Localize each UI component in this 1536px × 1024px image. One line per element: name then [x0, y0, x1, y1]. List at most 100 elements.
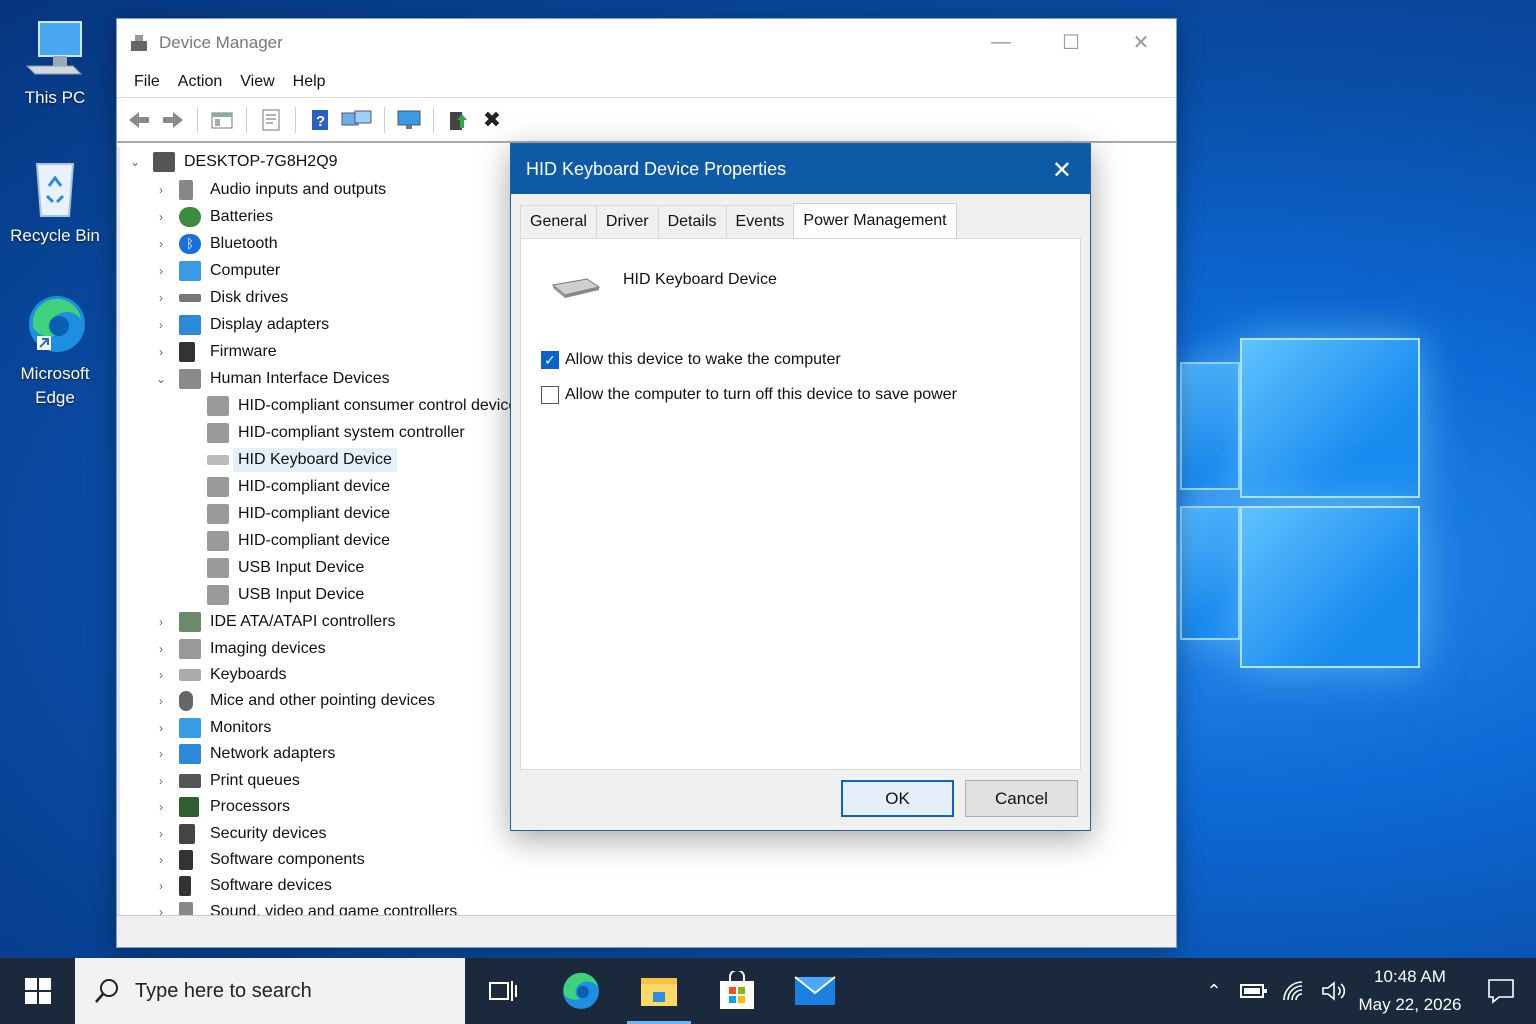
tree-category-software-components[interactable]: › Software components: [153, 847, 365, 873]
tree-category-mice[interactable]: › Mice and other pointing devices: [153, 688, 435, 714]
tree-device[interactable]: HID-compliant device: [207, 501, 390, 527]
tree-device[interactable]: USB Input Device: [207, 582, 364, 608]
tree-category-processors[interactable]: › Processors: [153, 794, 290, 820]
menu-action[interactable]: Action: [169, 73, 231, 91]
wake-option[interactable]: ✓ Allow this device to wake the computer: [541, 351, 841, 369]
tree-category-hid[interactable]: ⌄ Human Interface Devices: [153, 366, 390, 392]
chevron-right-icon[interactable]: ›: [153, 827, 169, 841]
chevron-right-icon[interactable]: ›: [153, 318, 169, 332]
tab-power-management[interactable]: Power Management: [793, 203, 957, 238]
show-hide-console-tree-icon[interactable]: [208, 106, 236, 134]
tree-device[interactable]: HID-compliant device: [207, 474, 390, 500]
chevron-right-icon[interactable]: ›: [153, 747, 169, 761]
chevron-right-icon[interactable]: ›: [153, 774, 169, 788]
tree-category-batteries[interactable]: › Batteries: [153, 204, 273, 230]
device-tree[interactable]: ⌄ DESKTOP-7G8H2Q9 › Audio inputs and outp…: [117, 147, 513, 917]
power-save-checkbox[interactable]: [541, 386, 559, 404]
hid-device-icon: [207, 396, 229, 416]
uninstall-x-icon[interactable]: ✖: [478, 106, 506, 134]
notification-icon[interactable]: [1466, 958, 1536, 1024]
tree-device-selected[interactable]: HID Keyboard Device: [207, 447, 397, 473]
tree-category-security[interactable]: › Security devices: [153, 821, 327, 847]
forward-arrow-icon[interactable]: [159, 106, 187, 134]
tree-category-keyboards[interactable]: › Keyboards: [153, 662, 287, 688]
tree-device[interactable]: USB Input Device: [207, 555, 364, 581]
tree-category-monitors[interactable]: › Monitors: [153, 715, 271, 741]
taskbar-store[interactable]: [701, 958, 773, 1024]
hid-device-icon: [207, 531, 229, 551]
help-icon[interactable]: ?: [306, 106, 334, 134]
hid-device-icon: [207, 477, 229, 497]
tree-device[interactable]: HID-compliant device: [207, 528, 390, 554]
menu-file[interactable]: File: [125, 73, 169, 91]
chevron-right-icon[interactable]: ›: [153, 642, 169, 656]
chevron-right-icon[interactable]: ›: [153, 210, 169, 224]
maximize-button[interactable]: ☐: [1036, 19, 1106, 65]
tree-category-disk-drives[interactable]: › Disk drives: [153, 285, 288, 311]
tree-category-print-queues[interactable]: › Print queues: [153, 768, 300, 794]
menu-view[interactable]: View: [231, 73, 283, 91]
chevron-right-icon[interactable]: ›: [153, 853, 169, 867]
close-button[interactable]: ✕: [1106, 19, 1176, 65]
task-view-button[interactable]: [467, 958, 539, 1024]
tab-general[interactable]: General: [520, 205, 597, 238]
chevron-down-icon[interactable]: ⌄: [127, 155, 143, 169]
power-save-option[interactable]: Allow the computer to turn off this devi…: [541, 386, 957, 404]
chevron-right-icon[interactable]: ›: [153, 721, 169, 735]
chevron-right-icon[interactable]: ›: [153, 615, 169, 629]
minimize-button[interactable]: —: [966, 19, 1036, 65]
software-device-icon: [179, 876, 191, 896]
tree-device[interactable]: HID-compliant system controller: [207, 420, 465, 446]
tree-category-imaging[interactable]: › Imaging devices: [153, 636, 326, 662]
tab-details[interactable]: Details: [657, 205, 727, 238]
taskbar-edge[interactable]: [545, 958, 617, 1024]
tree-category-bluetooth[interactable]: › ᛒ Bluetooth: [153, 231, 278, 257]
tree-root[interactable]: ⌄ DESKTOP-7G8H2Q9: [127, 149, 338, 175]
monitor-icon[interactable]: [395, 106, 423, 134]
chevron-right-icon[interactable]: ›: [153, 291, 169, 305]
tree-category-audio[interactable]: › Audio inputs and outputs: [153, 177, 386, 203]
chevron-right-icon[interactable]: ›: [153, 237, 169, 251]
tab-driver[interactable]: Driver: [595, 205, 659, 238]
chevron-right-icon[interactable]: ›: [153, 694, 169, 708]
tree-category-ide[interactable]: › IDE ATA/ATAPI controllers: [153, 609, 396, 635]
tree-category-network[interactable]: › Network adapters: [153, 741, 335, 767]
clock[interactable]: 10:48 AM May 22, 2026: [1354, 963, 1466, 1019]
wake-checkbox[interactable]: ✓: [541, 351, 559, 369]
dialog-title-bar[interactable]: HID Keyboard Device Properties ✕: [511, 144, 1090, 194]
cancel-button[interactable]: Cancel: [965, 780, 1078, 817]
start-button[interactable]: [0, 958, 75, 1024]
taskbar-file-explorer[interactable]: [623, 958, 695, 1024]
chevron-right-icon[interactable]: ›: [153, 345, 169, 359]
desktop-icon-this-pc[interactable]: This PC: [5, 18, 105, 108]
properties-icon[interactable]: [257, 106, 285, 134]
desktop-icon-edge[interactable]: Microsoft Edge: [5, 292, 105, 410]
monitor-icon: [179, 718, 201, 738]
ok-button[interactable]: OK: [841, 780, 954, 817]
tree-category-software-devices[interactable]: › Software devices: [153, 873, 332, 899]
tree-device[interactable]: HID-compliant consumer control device: [207, 393, 513, 419]
menu-help[interactable]: Help: [284, 73, 335, 91]
back-arrow-icon[interactable]: [125, 106, 153, 134]
chevron-right-icon[interactable]: ›: [153, 800, 169, 814]
battery-icon[interactable]: [1234, 958, 1274, 1024]
chevron-right-icon[interactable]: ›: [153, 183, 169, 197]
chevron-down-icon[interactable]: ⌄: [153, 372, 169, 386]
scan-hardware-icon[interactable]: [340, 106, 374, 134]
volume-icon[interactable]: [1314, 958, 1354, 1024]
keyboard-icon: [551, 278, 601, 298]
close-icon[interactable]: ✕: [1052, 156, 1072, 185]
search-box[interactable]: Type here to search: [75, 958, 465, 1024]
chevron-up-icon[interactable]: ⌃: [1194, 958, 1234, 1024]
taskbar-mail[interactable]: [779, 958, 851, 1024]
tree-category-firmware[interactable]: › Firmware: [153, 339, 277, 365]
tab-events[interactable]: Events: [725, 205, 795, 238]
wifi-icon[interactable]: [1274, 958, 1314, 1024]
desktop-icon-recycle-bin[interactable]: Recycle Bin: [5, 156, 105, 246]
chevron-right-icon[interactable]: ›: [153, 264, 169, 278]
tree-category-computer[interactable]: › Computer: [153, 258, 280, 284]
update-driver-icon[interactable]: [444, 106, 472, 134]
chevron-right-icon[interactable]: ›: [153, 668, 169, 682]
tree-category-display-adapters[interactable]: › Display adapters: [153, 312, 329, 338]
chevron-right-icon[interactable]: ›: [153, 879, 169, 893]
